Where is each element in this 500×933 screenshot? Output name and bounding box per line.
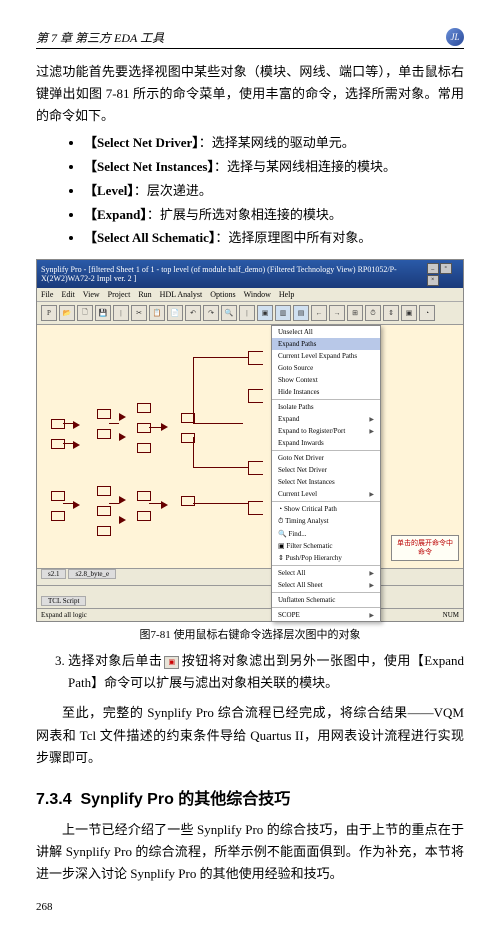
summary-paragraph: 至此，完整的 Synplify Pro 综合流程已经完成，将综合结果——VQM … [36,702,464,768]
doc-tabs[interactable]: s2.1s2.8_byte_e [37,568,463,585]
ctx-goto-source[interactable]: Goto Source [272,362,380,374]
ctx-isolate-paths[interactable]: Isolate Paths [272,401,380,413]
command-list: 【Select Net Driver】：选择某网线的驱动单元。 【Select … [84,133,464,249]
section-body: 上一节已经介绍了一些 Synplify Pro 的综合技巧，由于上节的重点在于讲… [36,819,464,885]
ctx-scope[interactable]: SCOPE▶ [272,609,380,621]
menubar[interactable]: FileEditViewProjectRunHDL AnalystOptions… [37,288,463,302]
ctx-goto-net-driver[interactable]: Goto Net Driver [272,452,380,464]
ctx-expand-paths[interactable]: Expand Paths [272,338,380,350]
ctx-timing-analyst[interactable]: ⏱ Timing Analyst [272,515,380,528]
section-heading: 7.3.4 Synplify Pro 的其他综合技巧 [36,785,464,809]
ctx-hide-instances[interactable]: Hide Instances [272,386,380,398]
ctx-unflatten[interactable]: Unflatten Schematic [272,594,380,606]
window-title: Synplify Pro - [filtered Sheet 1 of 1 - … [41,265,426,283]
ctx-expand[interactable]: Expand▶ [272,413,380,425]
ctx-filter-schematic[interactable]: ▣ Filter Schematic [272,540,380,552]
ctx-select-net-driver[interactable]: Select Net Driver [272,464,380,476]
schematic-canvas[interactable]: Unselect All Expand Paths Current Level … [37,325,463,585]
toolbar[interactable]: P📂🗋💾| ✂📋📄↶↷ 🔍|▣▥▤ ←→⊞⏱⇕ ▣◔ [37,302,463,325]
ctx-expand-to-register[interactable]: Expand to Register/Port▶ [272,425,380,437]
log-tab[interactable]: TCL Script [41,596,86,606]
ctx-select-all-sheet[interactable]: Select All Sheet▶ [272,579,380,591]
figure-caption: 图7-81 使用鼠标右键命令选择层次图中的对象 [36,626,464,642]
ctx-select-net-instances[interactable]: Select Net Instances [272,476,380,488]
ctx-current-level-expand[interactable]: Current Level Expand Paths [272,350,380,362]
callout-annotation: 单击的展开命令中命令 [391,535,459,561]
ctx-current-level[interactable]: Current Level▶ [272,488,380,500]
filter-button: ▣ [401,305,417,321]
page-number: 268 [36,901,464,913]
screenshot-synplify: Synplify Pro - [filtered Sheet 1 of 1 - … [36,259,464,622]
ctx-show-critical-path[interactable]: ◔ Show Critical Path [272,503,380,515]
step-list: 选择对象后单击▣按钮将对象滤出到另外一张图中，使用【Expand Path】命令… [68,650,464,694]
window-buttons[interactable]: _▫× [426,262,459,286]
ctx-expand-inwards[interactable]: Expand Inwards [272,437,380,449]
ctx-show-context[interactable]: Show Context [272,374,380,386]
filter-button-icon: ▣ [164,656,179,669]
ctx-push-pop[interactable]: ⇕ Push/Pop Hierarchy [272,552,380,564]
intro-paragraph: 过滤功能首先要选择视图中某些对象（模块、网线、端口等），单击鼠标右键弹出如图 7… [36,61,464,127]
logo-icon: JL [446,28,464,46]
status-bar: Expand all logic NUM [37,608,463,621]
ctx-find[interactable]: 🔍 Find... [272,528,380,540]
ctx-select-all[interactable]: Select All▶ [272,567,380,579]
context-menu[interactable]: Unselect All Expand Paths Current Level … [271,325,381,622]
chapter-header: 第 7 章 第三方 EDA 工具 [36,29,164,46]
log-panel: TCL Script [37,585,463,608]
ctx-unselect-all[interactable]: Unselect All [272,326,380,338]
